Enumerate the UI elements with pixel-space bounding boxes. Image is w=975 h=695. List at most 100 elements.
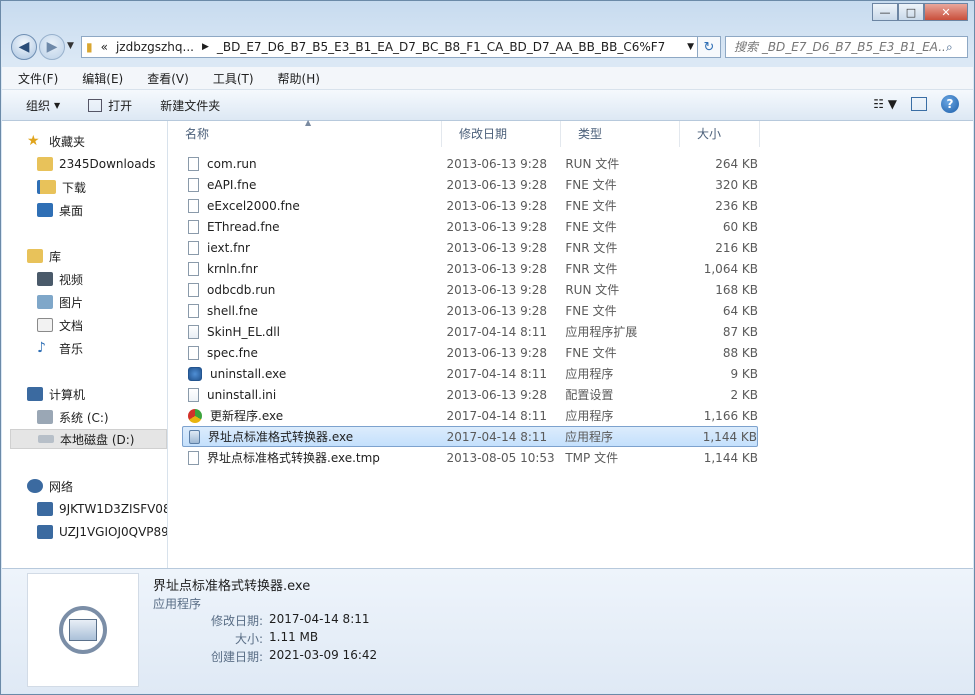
file-name-cell: iext.fnr	[182, 240, 442, 255]
uninst-icon	[188, 366, 202, 381]
nav-item-network-pc[interactable]: 9JKTW1D3ZISFV08	[37, 499, 167, 519]
file-name-cell: 界址点标准格式转换器.exe.tmp	[182, 449, 442, 466]
file-name: eAPI.fne	[207, 177, 257, 192]
file-date: 2013-06-13 9:28	[446, 240, 548, 255]
file-row[interactable]: eExcel2000.fne 2013-06-13 9:28 FNE 文件 236 K…	[182, 195, 758, 216]
file-type: 应用程序	[565, 409, 614, 423]
nav-item-drive-c[interactable]: 系统 (C:)	[37, 407, 167, 427]
file-icon	[188, 282, 199, 297]
menu-bar: 文件(F) 编辑(E) 查看(V) 工具(T) 帮助(H)	[2, 67, 973, 90]
file-row[interactable]: 界址点标准格式转换器.exe.tmp 2013-08-05 10:53 TMP 文件…	[182, 447, 758, 468]
organize-button[interactable]: 组织 ▼	[2, 97, 74, 114]
file-date: 2013-06-13 9:28	[446, 219, 548, 234]
new-folder-button[interactable]: 新建文件夹	[146, 97, 234, 114]
file-icon	[188, 177, 199, 192]
nav-item-drive-d[interactable]: 本地磁盘 (D:)	[10, 429, 167, 449]
nav-library[interactable]: 库	[27, 246, 167, 266]
nav-network[interactable]: 网络	[27, 476, 167, 496]
recent-pages-dropdown-icon[interactable]: ▼	[67, 41, 74, 51]
file-row[interactable]: iext.fnr 2013-06-13 9:28 FNR 文件 216 KB	[182, 237, 758, 258]
view-mode-icon[interactable]: ☷ ▼	[873, 97, 897, 111]
file-row[interactable]: krnln.fnr 2013-06-13 9:28 FNR 文件 1,064 KB	[182, 258, 758, 279]
column-headers: 名称 修改日期 类型 大小 ▲	[168, 118, 973, 147]
file-type: FNE 文件	[565, 346, 617, 360]
file-row[interactable]: 界址点标准格式转换器.exe 2017-04-14 8:11 应用程序 1,144 K…	[182, 426, 758, 447]
file-name: uninstall.exe	[210, 366, 287, 381]
nav-item-label: 本地磁盘 (D:)	[60, 432, 135, 447]
nav-item-label: UZJ1VGIOJ0QVP89	[59, 525, 168, 539]
file-date: 2013-08-05 10:53	[446, 450, 555, 465]
file-row[interactable]: 更新程序.exe 2017-04-14 8:11 应用程序 1,166 KB	[182, 405, 758, 426]
search-input[interactable]	[732, 39, 946, 55]
minimize-button[interactable]: —	[872, 3, 898, 21]
file-type: 配置设置	[565, 388, 614, 402]
computer-icon	[37, 525, 53, 539]
menu-file[interactable]: 文件(F)	[2, 70, 66, 87]
close-button[interactable]: ✕	[924, 3, 968, 21]
file-row[interactable]: shell.fne 2013-06-13 9:28 FNE 文件 64 KB	[182, 300, 758, 321]
file-row[interactable]: odbcdb.run 2013-06-13 9:28 RUN 文件 168 KB	[182, 279, 758, 300]
refresh-button[interactable]: ↻	[697, 36, 721, 58]
nav-item-documents[interactable]: 文档	[37, 315, 167, 335]
file-row[interactable]: SkinH_EL.dll 2017-04-14 8:11 应用程序扩展 87 KB	[182, 321, 758, 342]
file-size: 87 KB	[722, 324, 759, 339]
download-folder-icon	[37, 180, 56, 194]
maximize-button[interactable]: □	[898, 3, 924, 21]
file-row[interactable]: uninstall.exe 2017-04-14 8:11 应用程序 9 KB	[182, 363, 758, 384]
file-icon	[188, 261, 199, 276]
address-bar[interactable]: ▮ « jzdbzgszhq... ▶ _BD_E7_D6_B7_B5_E3_B…	[81, 36, 699, 58]
column-date[interactable]: 修改日期	[442, 121, 561, 147]
search-box[interactable]: ⌕	[725, 36, 968, 58]
breadcrumb-1[interactable]: jzdbzgszhq...	[112, 40, 198, 54]
music-icon: ♪	[37, 340, 46, 356]
nav-item-music[interactable]: ♪ 音乐	[37, 338, 167, 358]
column-size[interactable]: 大小	[680, 121, 760, 147]
menu-edit[interactable]: 编辑(E)	[66, 70, 131, 87]
file-type: 应用程序扩展	[565, 325, 638, 339]
menu-view[interactable]: 查看(V)	[131, 70, 197, 87]
back-button[interactable]: ◀	[11, 34, 37, 60]
file-type: RUN 文件	[565, 157, 620, 171]
details-pane: 界址点标准格式转换器.exe 应用程序 修改日期: 2017-04-14 8:1…	[2, 568, 973, 693]
nav-computer[interactable]: 计算机	[27, 384, 167, 404]
file-date: 2017-04-14 8:11	[446, 324, 548, 339]
file-name: EThread.fne	[207, 219, 280, 234]
file-row[interactable]: uninstall.ini 2013-06-13 9:28 配置设置 2 KB	[182, 384, 758, 405]
file-row[interactable]: eAPI.fne 2013-06-13 9:28 FNE 文件 320 KB	[182, 174, 758, 195]
breadcrumb-chevron-icon[interactable]: ▶	[198, 42, 213, 52]
menu-tools[interactable]: 工具(T)	[197, 70, 262, 87]
video-icon	[37, 272, 53, 286]
file-size: 60 KB	[722, 219, 759, 234]
nav-item-downloads[interactable]: 下载	[37, 177, 167, 197]
preview-pane-icon[interactable]	[911, 97, 927, 111]
file-name-cell: EThread.fne	[182, 219, 442, 234]
file-row[interactable]: spec.fne 2013-06-13 9:28 FNE 文件 88 KB	[182, 342, 758, 363]
nav-item-network-pc[interactable]: UZJ1VGIOJ0QVP89	[37, 522, 168, 542]
detail-modified-value: 2017-04-14 8:11	[269, 612, 370, 626]
nav-item-desktop[interactable]: 桌面	[37, 200, 167, 220]
breadcrumb-2[interactable]: _BD_E7_D6_B7_B5_E3_B1_EA_D7_BC_B8_F1_CA_…	[213, 40, 669, 54]
file-icon	[188, 450, 199, 465]
nav-item-label: 桌面	[59, 203, 84, 218]
file-name-cell: odbcdb.run	[182, 282, 442, 297]
nav-item-2345downloads[interactable]: 2345Downloads	[37, 154, 167, 174]
file-name: odbcdb.run	[207, 282, 276, 297]
file-row[interactable]: com.run 2013-06-13 9:28 RUN 文件 264 KB	[182, 153, 758, 174]
file-row[interactable]: EThread.fne 2013-06-13 9:28 FNE 文件 60 KB	[182, 216, 758, 237]
file-date: 2017-04-14 8:11	[446, 408, 548, 423]
nav-item-pictures[interactable]: 图片	[37, 292, 167, 312]
nav-item-videos[interactable]: 视频	[37, 269, 167, 289]
help-icon[interactable]: ?	[941, 95, 959, 113]
file-type: FNE 文件	[565, 304, 617, 318]
menu-help[interactable]: 帮助(H)	[262, 70, 328, 87]
folder-icon	[37, 157, 53, 171]
command-bar: 组织 ▼ 打开 新建文件夹 ☷ ▼ ?	[2, 90, 973, 121]
file-icon	[188, 303, 199, 318]
address-dropdown-icon[interactable]: ▼	[683, 42, 698, 52]
file-icon	[188, 156, 199, 171]
open-button[interactable]: 打开	[74, 97, 146, 114]
nav-favorites[interactable]: ★ 收藏夹	[27, 131, 167, 151]
forward-button[interactable]: ▶	[39, 34, 65, 60]
address-overflow[interactable]: «	[97, 40, 112, 54]
column-type[interactable]: 类型	[561, 121, 680, 147]
